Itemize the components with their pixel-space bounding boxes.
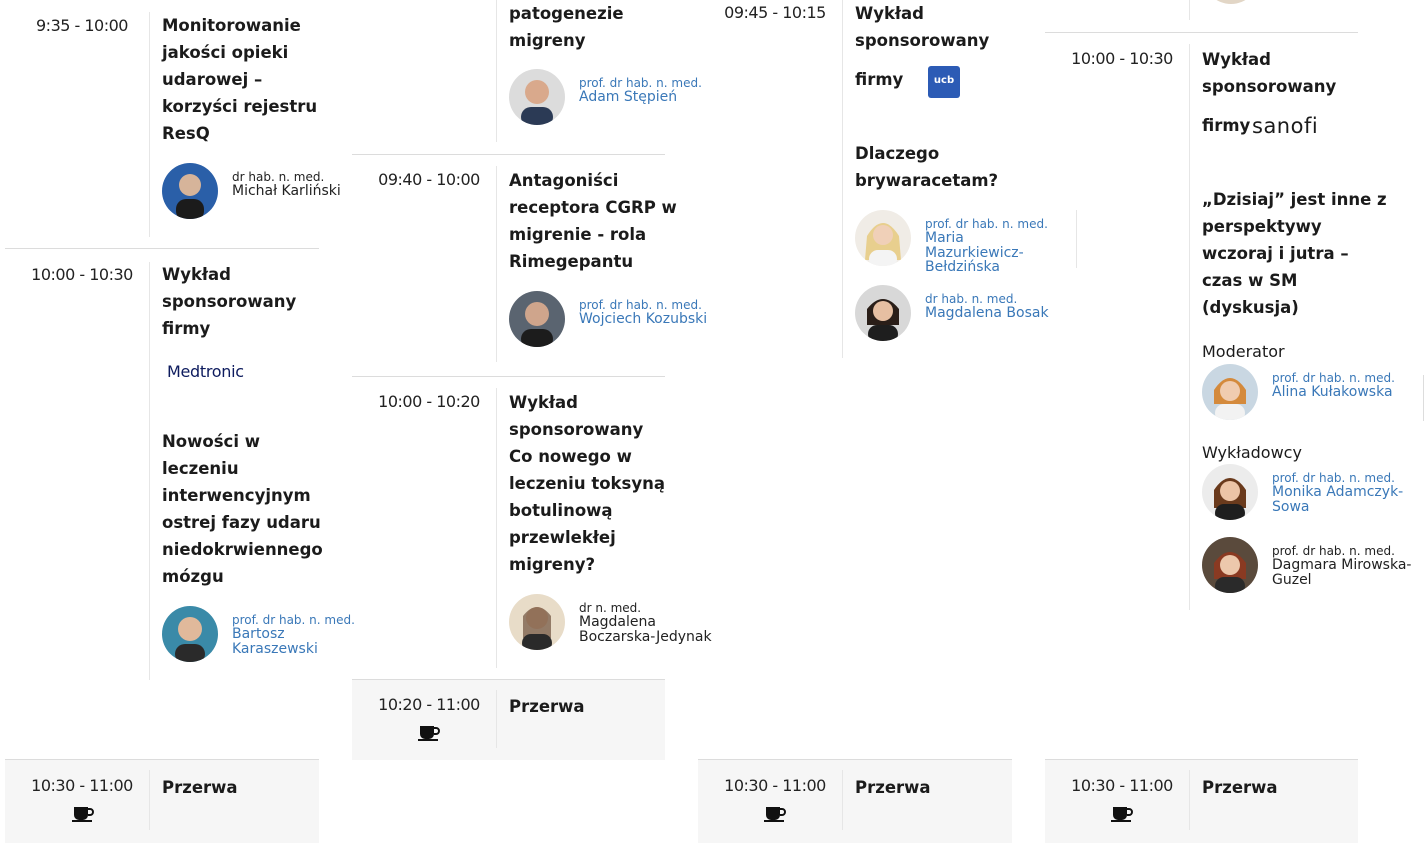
agenda-column-2: patogenezie migreny prof. dr hab. n. med…: [352, 0, 712, 843]
speaker-card[interactable]: dr hab. n. med. Michał Karliński: [162, 163, 362, 221]
speaker-card[interactable]: prof. dr hab. n. med. Adam Stępień: [509, 69, 709, 127]
speaker-avatar: [509, 594, 565, 650]
speaker-avatar: [1202, 364, 1258, 420]
speaker-avatar: [1202, 464, 1258, 520]
session-time: 10:30 - 11:00: [1071, 776, 1173, 795]
session-title: Przerwa: [855, 778, 931, 797]
sponsor-prefix: firmy: [855, 70, 904, 89]
session-subtitle: Dlaczego brywaracetam?: [855, 144, 999, 190]
session-subtitle: Nowości w leczeniu interwencyjnym ostrej…: [162, 432, 323, 586]
session-title: Przerwa: [509, 697, 585, 716]
speaker-card[interactable]: dr n. med. Magdalena Boczarska-Jedynak: [509, 594, 719, 652]
session-time: 10:30 - 11:00: [724, 776, 826, 795]
agenda-column-3: 09:45 - 10:15 Wykład sponsorowany firmy …: [698, 0, 1077, 843]
lecturers-label: Wykładowcy: [1202, 443, 1302, 462]
moderator-label: Moderator: [1202, 342, 1285, 361]
speaker-name[interactable]: Alina Kułakowska: [1272, 385, 1395, 400]
session-title: Przerwa: [1202, 778, 1278, 797]
speaker-card[interactable]: prof. dr hab. n. med. Dagmara Mirowska- …: [1202, 537, 1422, 595]
speaker-card[interactable]: prof. dr hab. n. med. Bartosz Karaszewsk…: [162, 606, 362, 664]
session-title: Przerwa: [162, 778, 238, 797]
speaker-name[interactable]: Monika Adamczyk-: [1272, 485, 1403, 500]
session-subtitle: „Dzisiaj” jest inne z perspektywy wczora…: [1202, 190, 1387, 317]
agenda-column-4: 10:00 - 10:30 Wykład sponsorowany firmy …: [1045, 0, 1426, 843]
speaker-avatar: [162, 606, 218, 662]
session-title: Wykład sponsorowany firmy: [162, 265, 297, 338]
session-time: 10:00 - 10:30: [1071, 49, 1173, 68]
session-title: Wykład sponsorowany: [1202, 50, 1337, 96]
coffee-cup-icon: [418, 726, 440, 741]
session-time: 09:45 - 10:15: [724, 3, 826, 22]
speaker-name[interactable]: Guzel: [1272, 572, 1411, 588]
session-time: 9:35 - 10:00: [36, 16, 128, 35]
speaker-avatar: [162, 163, 218, 219]
agenda-column-1: 9:35 - 10:00 Monitorowanie jakości opiek…: [5, 0, 355, 843]
break-row: [5, 759, 319, 843]
speaker-card[interactable]: prof. dr hab. n. med. Monika Adamczyk- S…: [1202, 464, 1422, 522]
speaker-name[interactable]: Magdalena: [579, 615, 712, 630]
coffee-cup-icon: [764, 807, 786, 822]
medtronic-logo: Medtronic: [167, 362, 244, 381]
session-title: Wykład sponsorowany Co nowego w leczeniu…: [509, 393, 665, 574]
speaker-name[interactable]: Mazurkiewicz-: [925, 245, 1048, 261]
speaker-name[interactable]: Dagmara Mirowska-: [1272, 558, 1411, 573]
coffee-cup-icon: [72, 807, 94, 822]
session-time: 09:40 - 10:00: [378, 170, 480, 189]
speaker-name[interactable]: Wojciech Kozubski: [579, 312, 707, 327]
sanofi-logo: sanofi: [1252, 114, 1319, 138]
speaker-avatar: [855, 285, 911, 341]
session-title: Antagoniści receptora CGRP w migrenie - …: [509, 171, 677, 271]
speaker-name[interactable]: Michał Karliński: [232, 184, 341, 199]
speaker-card[interactable]: prof. dr hab. n. med. Wojciech Kozubski: [509, 291, 719, 349]
speaker-name[interactable]: Bełdzińska: [925, 260, 1048, 275]
speaker-name[interactable]: Maria: [925, 231, 1048, 246]
session-time: 10:20 - 11:00: [378, 695, 480, 714]
speaker-avatar: [855, 210, 911, 266]
speaker-avatar: [509, 291, 565, 347]
session-title: Monitorowanie jakości opieki udarowej – …: [162, 16, 318, 143]
session-time: 10:30 - 11:00: [31, 776, 133, 795]
speaker-avatar: [1203, 0, 1259, 4]
moderator-card[interactable]: prof. dr hab. n. med. Alina Kułakowska: [1202, 364, 1422, 422]
speaker-card[interactable]: prof. dr hab. n. med. Maria Mazurkiewicz…: [855, 210, 1048, 274]
speaker-name[interactable]: Sowa: [1272, 499, 1403, 515]
coffee-cup-icon: [1111, 807, 1133, 822]
speaker-avatar: [1202, 537, 1258, 593]
session-title: Wykład sponsorowany: [855, 4, 990, 50]
session-time: 10:00 - 10:20: [378, 392, 480, 411]
speaker-name[interactable]: Bartosz: [232, 627, 355, 642]
speaker-card[interactable]: dr hab. n. med. Magdalena Bosak: [855, 285, 1049, 343]
speaker-name[interactable]: Karaszewski: [232, 641, 355, 657]
speaker-name[interactable]: Boczarska-Jedynak: [579, 629, 712, 645]
session-title: patogenezie migreny: [509, 4, 624, 50]
break-row: [1045, 759, 1358, 843]
speaker-avatar: [509, 69, 565, 125]
speaker-name[interactable]: Magdalena Bosak: [925, 306, 1049, 321]
ucb-logo: ucb: [928, 66, 960, 98]
sponsor-prefix: firmy: [1202, 116, 1251, 135]
speaker-name[interactable]: Adam Stępień: [579, 90, 702, 105]
session-time: 10:00 - 10:30: [31, 265, 133, 284]
break-row: [698, 759, 1012, 843]
